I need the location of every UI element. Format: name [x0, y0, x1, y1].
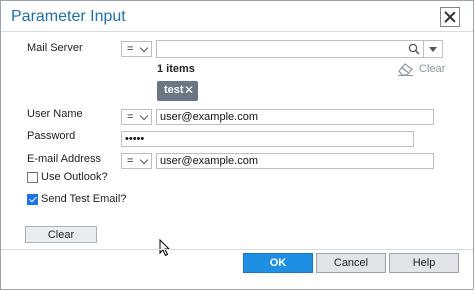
- mail-server-items-count: 1 items: [157, 63, 195, 75]
- user-name-operator-value: =: [127, 111, 134, 123]
- use-outlook-label: Use Outlook?: [41, 171, 108, 183]
- clear-button[interactable]: Clear: [25, 226, 97, 243]
- mail-server-operator-value: =: [127, 43, 134, 55]
- email-operator-value: =: [127, 155, 134, 167]
- user-name-label: User Name: [27, 108, 83, 120]
- email-address-input[interactable]: user@example.com: [156, 153, 434, 169]
- ok-button[interactable]: OK: [243, 253, 313, 273]
- mail-server-combo[interactable]: [156, 40, 443, 58]
- chevron-down-icon: [139, 111, 149, 121]
- mouse-cursor-icon: [159, 239, 171, 257]
- cancel-button[interactable]: Cancel: [316, 253, 386, 273]
- help-button[interactable]: Help: [389, 253, 459, 273]
- remove-tag-icon[interactable]: ✕: [184, 83, 194, 97]
- footer-divider: [1, 249, 473, 250]
- chevron-down-icon: [139, 155, 149, 165]
- tag-label: test: [164, 84, 184, 96]
- chevron-down-icon: [139, 43, 149, 53]
- close-icon[interactable]: [440, 7, 460, 27]
- clear-link-label: Clear: [419, 63, 446, 75]
- search-icon[interactable]: [408, 43, 420, 55]
- mail-server-dropdown-button[interactable]: [423, 41, 442, 57]
- email-address-label: E-mail Address: [27, 153, 101, 165]
- mail-server-operator-select[interactable]: =: [121, 41, 152, 57]
- send-test-email-label: Send Test Email?: [41, 193, 127, 205]
- user-name-input[interactable]: user@example.com: [156, 109, 434, 125]
- eraser-icon: [398, 63, 413, 76]
- mail-server-tag: test ✕: [157, 81, 198, 101]
- email-operator-select[interactable]: =: [121, 153, 152, 169]
- mail-server-label: Mail Server: [27, 42, 83, 54]
- title-divider: [1, 31, 473, 32]
- password-input[interactable]: •••••: [121, 131, 414, 147]
- password-label: Password: [27, 130, 76, 142]
- dialog-title: Parameter Input: [11, 8, 126, 25]
- use-outlook-checkbox[interactable]: [27, 172, 38, 183]
- parameter-input-dialog: Parameter Input Mail Server = 1 items Cl…: [0, 0, 474, 290]
- send-test-email-checkbox[interactable]: [27, 194, 38, 205]
- user-name-operator-select[interactable]: =: [121, 109, 152, 125]
